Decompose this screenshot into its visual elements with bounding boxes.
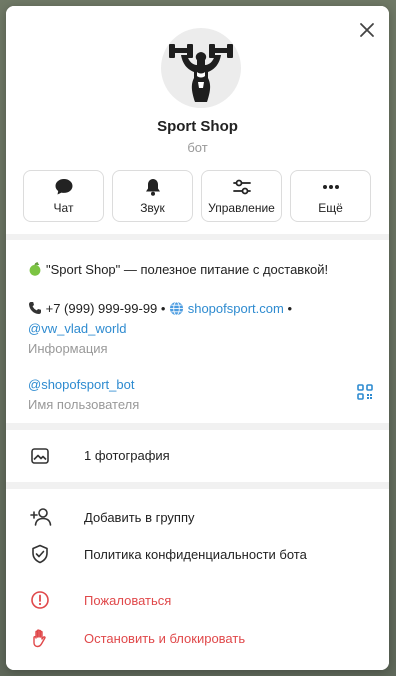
info-section: "Sport Shop" — полезное питание с достав… <box>6 240 389 423</box>
profile-name: Sport Shop <box>157 118 238 135</box>
bot-profile-dialog: Sport Shop бот Чат Звук Управление Ещё "… <box>6 6 389 670</box>
manage-label: Управление <box>208 201 275 215</box>
more-label: Ещё <box>318 201 343 215</box>
sound-label: Звук <box>140 201 165 215</box>
sliders-icon <box>232 177 252 197</box>
separator-dot: • <box>283 301 292 316</box>
bell-icon <box>143 177 163 197</box>
qr-code-icon[interactable] <box>357 384 373 400</box>
username-link[interactable]: @shopofsport_bot <box>28 377 134 392</box>
privacy-policy-label: Политика конфиденциальности бота <box>84 547 307 562</box>
actions-menu: Добавить в группу Политика конфиденциаль… <box>6 489 389 670</box>
stop-block-item[interactable]: Остановить и блокировать <box>6 620 389 656</box>
separator-dot: • <box>157 301 166 316</box>
phone-icon <box>28 301 46 316</box>
report-label: Пожаловаться <box>84 593 172 608</box>
more-button[interactable]: Ещё <box>290 170 371 222</box>
chat-bubble-icon <box>54 177 74 197</box>
photos-row[interactable]: 1 фотография <box>6 430 389 482</box>
photos-label: 1 фотография <box>84 448 170 463</box>
contact-line: +7 (999) 999-99-99 • shopofsport.com • @… <box>28 299 358 339</box>
warning-circle-icon <box>30 590 50 610</box>
hand-stop-icon <box>30 628 50 648</box>
profile-header: Sport Shop бот Чат Звук Управление Ещё <box>6 6 389 234</box>
chat-label: Чат <box>53 201 74 215</box>
globe-icon <box>169 301 188 316</box>
image-icon <box>30 446 50 466</box>
avatar[interactable] <box>161 28 241 108</box>
sound-button[interactable]: Звук <box>112 170 193 222</box>
username-caption: Имя пользователя <box>28 397 140 412</box>
website-link[interactable]: shopofsport.com <box>188 301 284 316</box>
add-to-group-item[interactable]: Добавить в группу <box>6 499 389 535</box>
green-apple-icon <box>28 262 42 276</box>
shield-check-icon <box>30 544 50 564</box>
privacy-policy-item[interactable]: Политика конфиденциальности бота <box>6 536 389 572</box>
stop-block-label: Остановить и блокировать <box>84 631 246 646</box>
action-bar: Чат Звук Управление Ещё <box>23 170 371 222</box>
more-dots-icon <box>321 177 341 197</box>
bot-description: "Sport Shop" — полезное питание с достав… <box>28 262 328 277</box>
add-to-group-label: Добавить в группу <box>84 510 195 525</box>
info-caption: Информация <box>28 341 108 356</box>
channel-link[interactable]: @vw_vlad_world <box>28 321 126 336</box>
phone-number[interactable]: +7 (999) 999-99-99 <box>46 301 158 316</box>
report-item[interactable]: Пожаловаться <box>6 582 389 618</box>
close-icon[interactable] <box>357 20 377 40</box>
add-user-icon <box>30 507 52 527</box>
manage-button[interactable]: Управление <box>201 170 282 222</box>
chat-button[interactable]: Чат <box>23 170 104 222</box>
description-text: "Sport Shop" — полезное питание с достав… <box>46 262 329 277</box>
profile-type: бот <box>187 140 208 155</box>
